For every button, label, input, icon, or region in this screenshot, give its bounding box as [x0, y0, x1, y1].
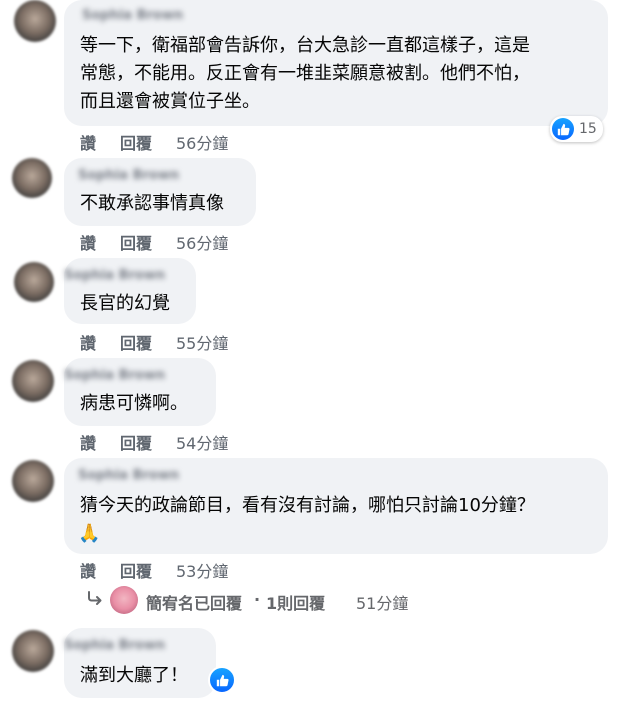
timestamp[interactable]: 56分鐘: [176, 230, 228, 254]
thumbs-up-icon: [552, 118, 574, 140]
reply-arrow-icon: [86, 590, 104, 610]
comment-actions: 讚 回覆 55分鐘: [80, 330, 280, 354]
reply-link[interactable]: 回覆: [120, 230, 152, 254]
comment-bubble: Sophia Brown 長官的幻覺: [64, 258, 196, 324]
like-link[interactable]: 讚: [80, 230, 96, 254]
separator-dot: ·: [254, 590, 261, 609]
reply-count[interactable]: 1則回覆: [266, 590, 325, 614]
timestamp[interactable]: 53分鐘: [176, 558, 228, 582]
like-link[interactable]: 讚: [80, 330, 96, 354]
commenter-avatar[interactable]: [14, 262, 54, 302]
comment-text: 不敢承認事情真像: [80, 193, 224, 214]
comment-actions: 讚 回覆 54分鐘: [80, 430, 280, 454]
comment-author[interactable]: Sophia Brown: [82, 8, 183, 23]
reply-link[interactable]: 回覆: [120, 330, 152, 354]
comment-text: 等一下，衛福部會告訴你，台大急診一直都這樣子，這是: [80, 35, 530, 56]
comment-author[interactable]: Sophia Brown: [78, 468, 179, 483]
reply-link[interactable]: 回覆: [120, 430, 152, 454]
comment-text: 滿到大廳了！: [80, 665, 188, 686]
comment-bubble: Sophia Brown 等一下，衛福部會告訴你，台大急診一直都這樣子，這是 常…: [64, 0, 608, 126]
thumbs-up-icon[interactable]: [208, 666, 236, 694]
like-link[interactable]: 讚: [80, 558, 96, 582]
comment-text: 猜今天的政論節目，看有沒有討論，哪怕只討論10分鐘？: [80, 495, 535, 516]
comment-bubble: Sophia Brown 滿到大廳了！: [64, 628, 216, 698]
comment-bubble: Sophia Brown 病患可憐啊。: [64, 358, 216, 426]
timestamp[interactable]: 55分鐘: [176, 330, 228, 354]
commenter-avatar[interactable]: [12, 630, 54, 672]
comment-author[interactable]: Sophia Brown: [64, 268, 165, 283]
commenter-avatar[interactable]: [12, 360, 54, 402]
comment-text: 病患可憐啊。: [80, 393, 188, 414]
reply-time: 51分鐘: [356, 594, 409, 613]
comment-text: 常態，不能用。反正會有一堆韭菜願意被割。他們不怕，: [80, 63, 530, 84]
comment-author[interactable]: Sophia Brown: [64, 638, 165, 653]
comment-author[interactable]: Sophia Brown: [78, 168, 179, 183]
like-link[interactable]: 讚: [80, 430, 96, 454]
view-replies-link[interactable]: 簡宥名已回覆 · 1則回覆 51分鐘: [86, 586, 466, 614]
commenter-avatar[interactable]: [12, 158, 52, 198]
comment-author[interactable]: Sophia Brown: [64, 368, 165, 383]
comment-bubble: Sophia Brown 猜今天的政論節目，看有沒有討論，哪怕只討論10分鐘？ …: [64, 458, 608, 554]
timestamp[interactable]: 54分鐘: [176, 430, 228, 454]
emoji-praying-hands: 🙏: [78, 523, 101, 544]
commenter-avatar[interactable]: [12, 460, 54, 502]
reaction-badge[interactable]: 15: [550, 116, 603, 142]
reply-link[interactable]: 回覆: [120, 130, 152, 154]
timestamp[interactable]: 56分鐘: [176, 130, 228, 154]
reply-link[interactable]: 回覆: [120, 558, 152, 582]
replier-name[interactable]: 簡宥名已回覆: [146, 590, 242, 614]
comment-text: 而且還會被賞位子坐。: [80, 91, 260, 112]
reaction-count: 15: [579, 121, 597, 137]
comment-actions: 讚 回覆 56分鐘: [80, 130, 280, 154]
replier-avatar: [110, 586, 138, 614]
commenter-avatar[interactable]: [14, 0, 56, 42]
comment-text: 長官的幻覺: [80, 293, 170, 314]
comment-actions: 讚 回覆 53分鐘: [80, 558, 280, 582]
like-link[interactable]: 讚: [80, 130, 96, 154]
comment-actions: 讚 回覆 56分鐘: [80, 230, 280, 254]
comment-bubble: Sophia Brown 不敢承認事情真像: [64, 158, 256, 226]
